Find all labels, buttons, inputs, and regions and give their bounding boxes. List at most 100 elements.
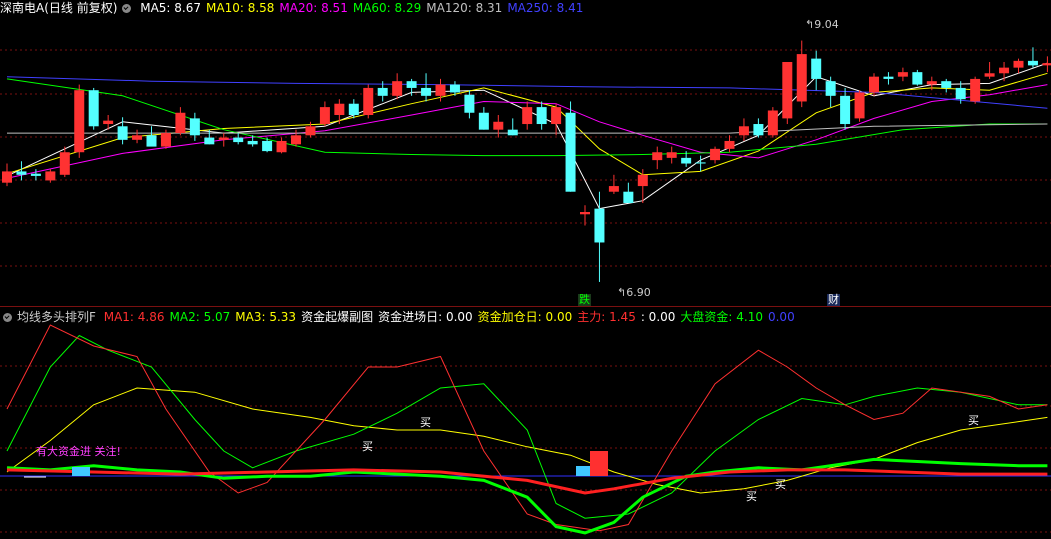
candle-body: [551, 107, 562, 125]
capital-note: 有大资金进 关注!: [36, 445, 121, 458]
ma-legend-5: MA250: 8.41: [507, 1, 584, 15]
candle-body: [262, 140, 273, 152]
candle-body: [594, 208, 605, 243]
candle-body: [45, 171, 56, 181]
candle-body: [146, 135, 157, 147]
high-price-label: ↰9.04: [805, 18, 839, 31]
candle-body: [406, 81, 417, 88]
candle-body: [478, 112, 489, 130]
candle-body: [218, 137, 229, 140]
candle-body: [811, 58, 822, 79]
main-chart-header: 深南电A(日线 前复权) MA5: 8.67 MA10: 8.58 MA20: 8.…: [0, 0, 593, 16]
capital-bar: [576, 466, 590, 476]
sub-chart-header: 均线多头排列F MA1: 4.86 MA2: 5.07 MA3: 5.33 资金起爆副…: [0, 309, 805, 325]
candle-body: [334, 103, 345, 116]
candle-body: [160, 133, 171, 147]
candle-body: [522, 107, 533, 125]
candle-body: [710, 148, 721, 161]
candle-body: [319, 107, 330, 125]
candle-body: [2, 171, 12, 183]
candle-body: [348, 103, 359, 116]
candle-body: [363, 87, 374, 116]
candle-body: [681, 157, 692, 164]
candle-body: [825, 81, 836, 96]
indicator-title[interactable]: 均线多头排列F: [17, 310, 96, 324]
candle-body: [132, 135, 143, 140]
candle-body: [984, 73, 995, 77]
candle-body: [970, 78, 981, 102]
candle-body: [738, 126, 749, 136]
candle-body: [1042, 63, 1051, 66]
candle-body: [724, 140, 735, 149]
sub-line-MA1: [6, 324, 1048, 532]
candle-body: [117, 126, 128, 140]
buy-signal: 买: [362, 440, 373, 453]
candle-body: [247, 140, 258, 145]
indicator-legend-3: 资金起爆副图: [301, 310, 374, 324]
candle-body: [565, 112, 576, 192]
buy-signal: 买: [420, 416, 431, 429]
candle-body: [854, 92, 865, 119]
buy-signal: 买: [968, 414, 979, 427]
candle-body: [449, 84, 460, 93]
candle-body: [897, 72, 908, 77]
main-chart-grid: [0, 49, 1051, 267]
candle-body: [883, 76, 894, 79]
ma-legend-4: MA120: 8.31: [426, 1, 503, 15]
candle-body: [421, 87, 432, 96]
candle-body: [767, 110, 778, 136]
candle-body: [30, 173, 41, 176]
settings-check-icon[interactable]: [3, 313, 12, 322]
candle-body: [623, 191, 634, 203]
candle-body: [840, 95, 851, 125]
candle-body: [580, 212, 590, 215]
candle-body: [435, 84, 446, 96]
candle-body: [941, 81, 952, 88]
buy-signal: 买: [775, 478, 786, 491]
cai-tag[interactable]: 财: [827, 294, 840, 306]
candle-body: [305, 126, 316, 136]
candle-body: [652, 152, 663, 161]
capital-bar: [590, 451, 608, 476]
candle-body: [796, 54, 807, 102]
candle-body: [666, 152, 677, 158]
candle-body: [955, 87, 966, 100]
candle-body: [637, 174, 648, 187]
indicator-legend-1: MA2: 5.07: [169, 310, 231, 324]
candle-body: [1013, 60, 1024, 68]
candle-body: [377, 87, 388, 96]
candle-body: [869, 76, 879, 93]
sub-line-MA2: [6, 334, 1048, 519]
indicator-legend-0: MA1: 4.86: [103, 310, 165, 324]
die-tag[interactable]: 跌: [578, 294, 591, 306]
sub-chart[interactable]: [0, 324, 1051, 535]
buy-signal: 买: [746, 490, 757, 503]
candle-body: [16, 171, 27, 175]
candle-body: [175, 112, 186, 134]
stock-chart-canvas[interactable]: [0, 0, 1051, 539]
candle-body: [782, 61, 793, 119]
candle-body: [74, 90, 85, 153]
low-price-label: ↰6.90: [617, 286, 651, 299]
candlestick-series[interactable]: [2, 40, 1051, 282]
candle-body: [204, 137, 215, 145]
candle-body: [695, 162, 706, 164]
candle-body: [276, 140, 287, 153]
ma-legend-3: MA60: 8.29: [352, 1, 422, 15]
candle-body: [103, 120, 114, 125]
indicator-legend-6: 主力: 1.45: [577, 310, 636, 324]
indicator-legend-9: 0.00: [767, 310, 795, 324]
candle-body: [233, 137, 244, 143]
indicator-legend-7: : 0.00: [640, 310, 676, 324]
stock-title[interactable]: 深南电A(日线 前复权): [0, 1, 117, 15]
candle-body: [507, 129, 518, 136]
candle-body: [189, 118, 200, 136]
settings-check-icon[interactable]: [122, 4, 132, 13]
candle-body: [464, 94, 475, 113]
ma-legend-2: MA20: 8.51: [279, 1, 348, 15]
candle-body: [291, 135, 301, 145]
candle-body: [608, 186, 619, 192]
candle-body: [912, 72, 923, 85]
candle-body: [1027, 60, 1038, 66]
indicator-legend-8: 大盘资金: 4.10: [680, 310, 763, 324]
